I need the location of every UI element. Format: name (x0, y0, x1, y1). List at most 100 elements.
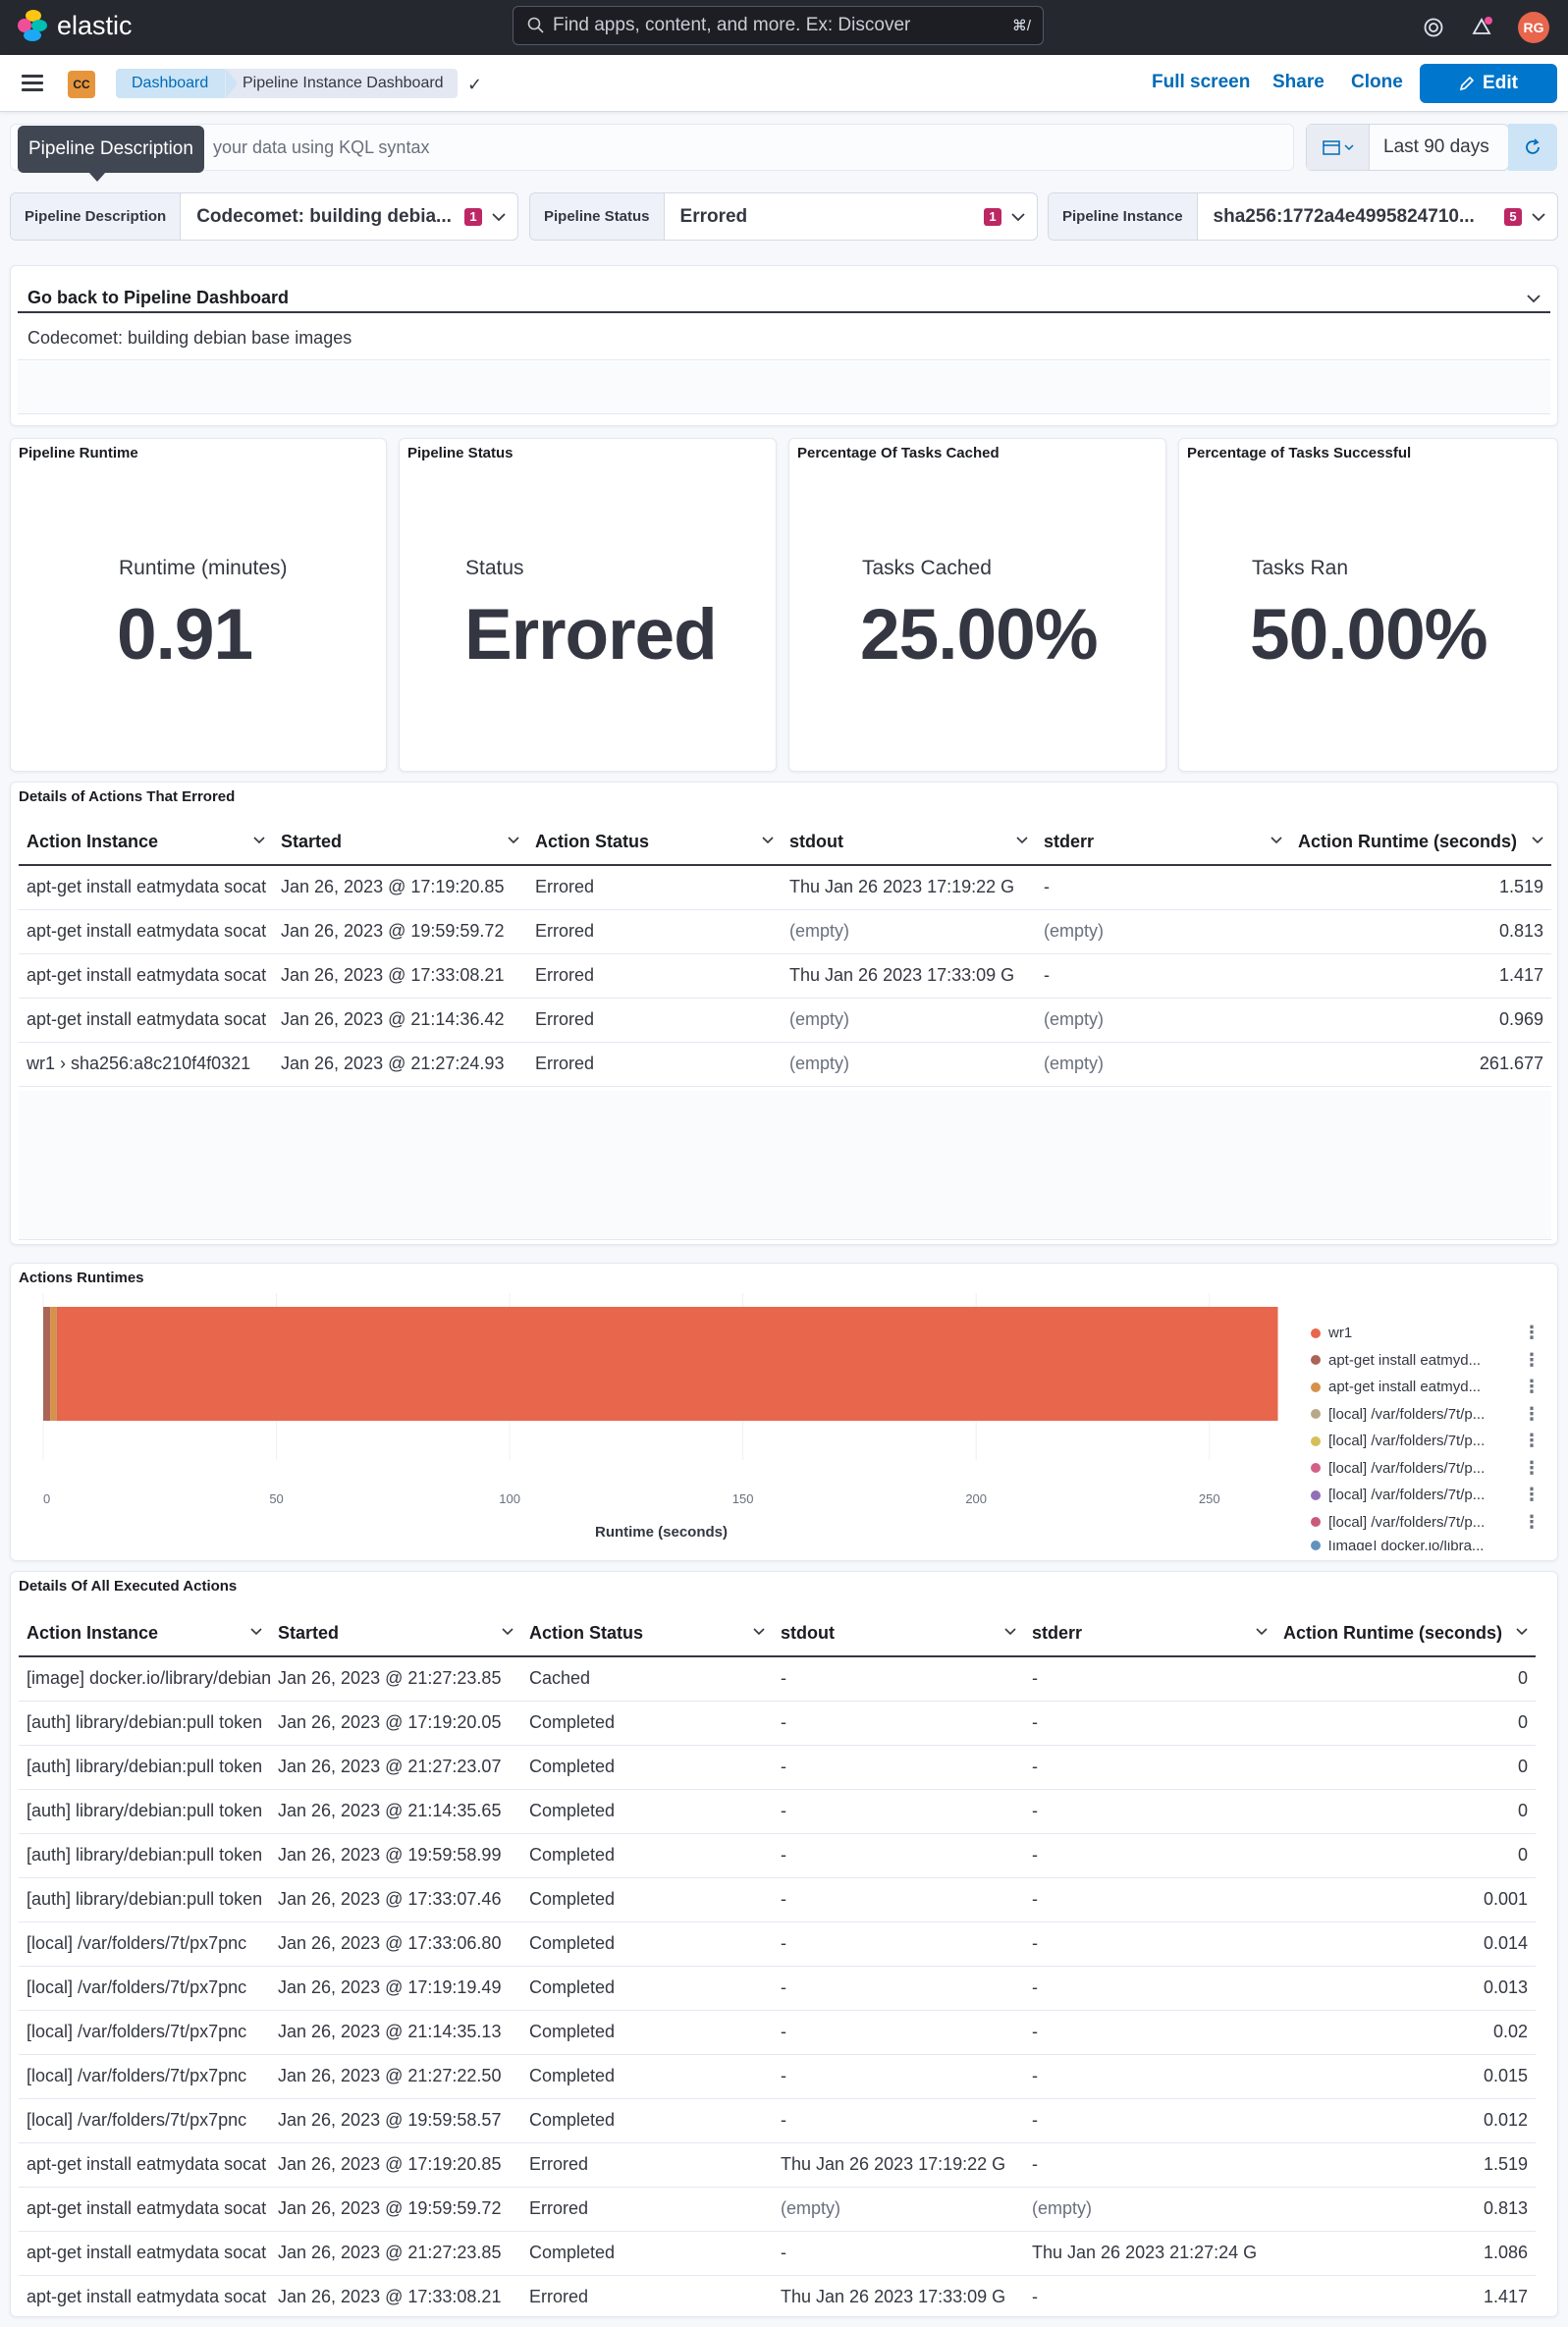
table-cell: [local] /var/folders/7t/px7pnc (19, 1966, 270, 2011)
elastic-logo[interactable]: elastic (18, 10, 133, 41)
table-cell: [auth] library/debian:pull token (19, 1745, 270, 1790)
date-picker[interactable]: Last 90 days (1306, 124, 1509, 171)
table-row[interactable]: [auth] library/debian:pull token Jan 26, … (19, 1833, 1536, 1878)
table-row[interactable]: [auth] library/debian:pull token Jan 26, … (19, 1701, 1536, 1746)
more-options-icon[interactable]: ⋮ (1523, 1458, 1541, 1479)
table-row[interactable]: apt-get install eatmydata socat Jan 26, 2… (19, 2231, 1536, 2276)
table-row[interactable]: [auth] library/debian:pull token Jan 26, … (19, 1745, 1536, 1790)
chevron-down-icon[interactable] (1516, 1627, 1528, 1637)
table-row[interactable]: apt-get install eatmydata socat Jan 26, 2… (19, 909, 1551, 954)
column-header[interactable]: Action Instance (19, 820, 273, 866)
column-header[interactable]: stderr (1036, 820, 1290, 866)
column-header[interactable]: Started (273, 820, 527, 866)
control-pipeline-instance[interactable]: Pipeline Instance sha256:1772a4e49958247… (1048, 192, 1558, 241)
chevron-down-icon[interactable] (1271, 836, 1282, 845)
column-header[interactable]: stderr (1024, 1611, 1275, 1657)
column-header[interactable]: Action Status (521, 1611, 773, 1657)
table-row[interactable]: apt-get install eatmydata socat Jan 26, 2… (19, 998, 1551, 1043)
table-row[interactable]: apt-get install eatmydata socat Jan 26, 2… (19, 2275, 1536, 2316)
table-row[interactable]: [image] docker.io/library/debian Jan 26, … (19, 1656, 1536, 1702)
legend-item[interactable]: [image] docker.io/libra...⋮ (1311, 1541, 1484, 1550)
column-header[interactable]: stdout (773, 1611, 1024, 1657)
table-row[interactable]: [auth] library/debian:pull token Jan 26, … (19, 1789, 1536, 1834)
column-header[interactable]: Action Runtime (seconds) (1275, 1611, 1536, 1657)
legend-item[interactable]: [local] /var/folders/7t/p... ⋮ (1311, 1485, 1541, 1504)
clone-button[interactable]: Clone (1351, 72, 1403, 93)
more-options-icon[interactable]: ⋮ (1523, 1404, 1541, 1425)
chevron-down-icon[interactable] (753, 1627, 765, 1637)
chevron-down-icon[interactable] (253, 836, 265, 845)
chevron-down-icon[interactable] (502, 1627, 514, 1637)
breadcrumb-dashboard[interactable]: Dashboard (116, 69, 239, 98)
menu-icon[interactable] (22, 75, 43, 92)
more-options-icon[interactable]: ⋮ (1523, 1512, 1541, 1533)
global-search-input[interactable]: Find apps, content, and more. Ex: Discov… (513, 6, 1044, 45)
table-row[interactable]: wr1 › sha256:a8c210f4f0321 Jan 26, 2023 @… (19, 1042, 1551, 1087)
chevron-down-icon[interactable] (1532, 836, 1543, 845)
legend-item[interactable]: wr1 ⋮ (1311, 1323, 1541, 1342)
chevron-down-icon[interactable] (762, 836, 774, 845)
more-options-icon[interactable]: ⋮ (1523, 1377, 1541, 1397)
table-row[interactable]: [local] /var/folders/7t/px7pnc Jan 26, 20… (19, 2010, 1536, 2055)
table-row[interactable]: apt-get install eatmydata socat Jan 26, 2… (19, 953, 1551, 999)
column-header[interactable]: Action Instance (19, 1611, 270, 1657)
legend-item[interactable]: [local] /var/folders/7t/p... ⋮ (1311, 1512, 1541, 1532)
legend-color-dot (1311, 1435, 1321, 1446)
table-row[interactable]: [local] /var/folders/7t/px7pnc Jan 26, 20… (19, 1921, 1536, 1967)
table-cell: Jan 26, 2023 @ 17:33:07.46 (270, 1877, 521, 1922)
chevron-down-icon[interactable] (508, 836, 519, 845)
table-row[interactable]: [auth] library/debian:pull token Jan 26, … (19, 1877, 1536, 1922)
tooltip: Pipeline Description (18, 126, 204, 182)
help-icon[interactable] (1418, 12, 1449, 43)
full-screen-button[interactable]: Full screen (1152, 72, 1250, 93)
column-header[interactable]: stdout (782, 820, 1036, 866)
chevron-down-icon[interactable] (1004, 1627, 1016, 1637)
table-cell: Jan 26, 2023 @ 17:19:20.05 (270, 1701, 521, 1746)
column-header[interactable]: Action Status (527, 820, 782, 866)
more-options-icon[interactable]: ⋮ (1523, 1350, 1541, 1371)
table-row[interactable]: apt-get install eatmydata socat Jan 26, 2… (19, 2187, 1536, 2232)
table-cell: - (773, 1966, 1024, 2011)
chevron-down-icon[interactable] (1016, 836, 1028, 845)
selection-count-badge: 5 (1504, 207, 1522, 226)
legend-item[interactable]: apt-get install eatmyd... ⋮ (1311, 1350, 1541, 1370)
share-button[interactable]: Share (1272, 72, 1325, 93)
list-item: Codecomet: building debian base images (18, 315, 1550, 360)
user-avatar[interactable]: RG (1518, 12, 1549, 43)
legend-item[interactable]: [local] /var/folders/7t/p... ⋮ (1311, 1404, 1541, 1424)
table-cell: Errored (521, 2142, 773, 2188)
table-row[interactable]: [local] /var/folders/7t/px7pnc Jan 26, 20… (19, 2098, 1536, 2143)
legend-item[interactable]: [local] /var/folders/7t/p... ⋮ (1311, 1458, 1541, 1478)
bar-segment[interactable] (57, 1307, 1278, 1421)
check-icon[interactable]: ✓ (467, 75, 482, 95)
bar-segment[interactable] (50, 1307, 57, 1421)
news-feed-icon[interactable] (1466, 12, 1497, 43)
chevron-down-icon[interactable] (250, 1627, 262, 1637)
back-link[interactable]: Go back to Pipeline Dashboard (27, 288, 289, 308)
bar-segment[interactable] (43, 1307, 51, 1421)
table-row[interactable]: apt-get install eatmydata socat Jan 26, 2… (19, 865, 1551, 910)
table-row[interactable]: apt-get install eatmydata socat Jan 26, 2… (19, 2142, 1536, 2188)
table-cell: (empty) (1036, 1042, 1290, 1087)
refresh-button[interactable] (1508, 124, 1557, 171)
more-options-icon[interactable]: ⋮ (1523, 1323, 1541, 1343)
chevron-down-icon[interactable] (1256, 1627, 1268, 1637)
table-row[interactable]: [local] /var/folders/7t/px7pnc Jan 26, 20… (19, 1966, 1536, 2011)
legend-item[interactable]: apt-get install eatmyd... ⋮ (1311, 1377, 1541, 1396)
column-header[interactable]: Started (270, 1611, 521, 1657)
table-row[interactable]: [local] /var/folders/7t/px7pnc Jan 26, 20… (19, 2054, 1536, 2099)
table-cell: Completed (521, 2098, 773, 2143)
errored-actions-table: Action Instance Started Action Status stdou… (19, 820, 1551, 1087)
space-badge[interactable]: CC (68, 71, 95, 98)
back-panel-header[interactable]: Go back to Pipeline Dashboard (18, 276, 1550, 313)
control-pipeline-description[interactable]: Pipeline Description Codecomet: building… (10, 192, 518, 241)
column-header[interactable]: Action Runtime (seconds) (1290, 820, 1551, 866)
calendar-icon[interactable] (1307, 125, 1370, 170)
legend-item[interactable]: [local] /var/folders/7t/p... ⋮ (1311, 1431, 1541, 1450)
more-options-icon[interactable]: ⋮ (1523, 1431, 1541, 1451)
more-options-icon[interactable]: ⋮ (1523, 1485, 1541, 1505)
table-cell: Jan 26, 2023 @ 17:19:20.85 (270, 2142, 521, 2188)
table-cell: Jan 26, 2023 @ 17:33:08.21 (273, 953, 527, 999)
control-pipeline-status[interactable]: Pipeline Status Errored 1 (529, 192, 1038, 241)
edit-button[interactable]: Edit (1420, 64, 1557, 103)
